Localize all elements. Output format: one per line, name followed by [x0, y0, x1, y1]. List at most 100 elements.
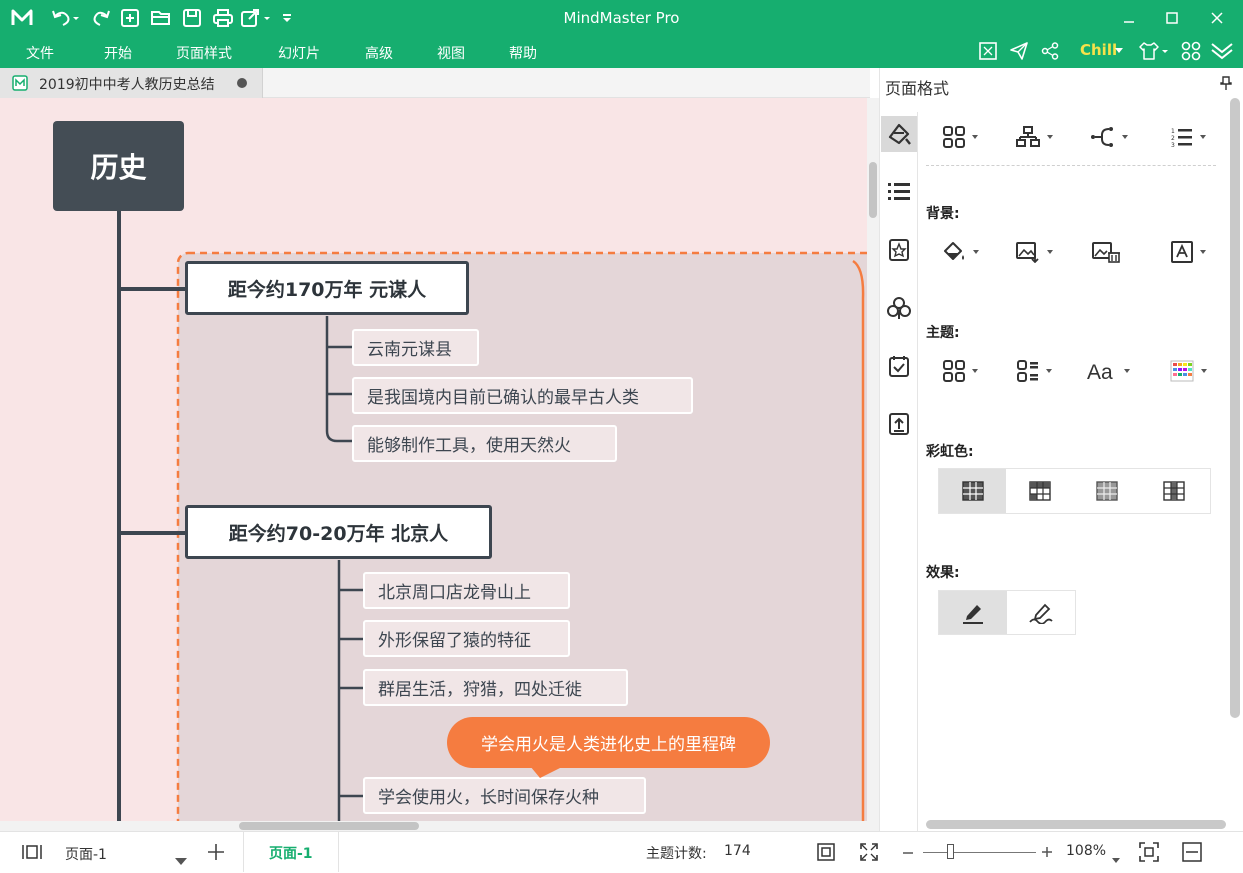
share-icon[interactable]	[1040, 40, 1060, 62]
pin-icon[interactable]	[1220, 76, 1234, 92]
panel-side-tabs	[880, 112, 918, 831]
page-format-tab[interactable]	[881, 116, 917, 152]
menu-view[interactable]: 视图	[437, 43, 465, 63]
subtopic[interactable]: 是我国境内目前已确认的最早古人类	[352, 377, 693, 414]
subtopic[interactable]: 群居生活，狩猎，四处迁徙	[363, 669, 628, 706]
unsaved-dot-icon	[237, 78, 247, 88]
theme-font-dropdown[interactable]: Aa	[1076, 356, 1140, 386]
subtopic[interactable]: 学会使用火，长时间保存火种	[363, 777, 646, 814]
effect-section-label: 效果:	[926, 565, 960, 581]
zoom-in-icon[interactable]	[1040, 844, 1054, 863]
topic-count-label: 主题计数:	[646, 846, 707, 862]
zoom-out-icon[interactable]	[901, 845, 915, 864]
rainbow-option-1[interactable]	[939, 469, 1006, 513]
callout-tail	[530, 766, 564, 778]
subtopic[interactable]: 能够制作工具，使用天然火	[352, 425, 617, 462]
background-section-label: 背景:	[926, 206, 960, 222]
canvas-vertical-scroll-thumb[interactable]	[869, 162, 877, 218]
panel-title: 页面格式	[885, 79, 950, 98]
theme-style-dropdown[interactable]	[1002, 356, 1066, 386]
panel-divider	[926, 165, 1216, 166]
maximize-button[interactable]	[1149, 4, 1195, 32]
svg-text:Aa: Aa	[1087, 361, 1113, 382]
chevron-down-icon[interactable]	[1114, 40, 1124, 62]
main-topic[interactable]: 距今约170万年 元谋人	[185, 261, 469, 315]
send-icon[interactable]	[1008, 40, 1030, 62]
collapse-ribbon-icon[interactable]	[1210, 40, 1234, 62]
fullscreen-icon[interactable]	[978, 40, 998, 62]
menu-file[interactable]: 文件	[26, 43, 54, 63]
document-tab[interactable]: 2019初中中考人教历史总结	[0, 68, 263, 98]
outline-tab[interactable]	[881, 174, 917, 210]
subtopic[interactable]: 北京周口店龙骨山上	[363, 572, 570, 609]
menu-slides[interactable]: 幻灯片	[278, 43, 320, 63]
zoom-slider-thumb[interactable]	[947, 844, 955, 859]
full-screen-icon[interactable]	[860, 843, 878, 865]
theme-dropdown[interactable]	[928, 356, 992, 386]
background-color-dropdown[interactable]	[928, 237, 992, 267]
connector-style-dropdown[interactable]	[1076, 122, 1140, 152]
watermark-dropdown[interactable]	[1156, 237, 1220, 267]
minimize-button[interactable]	[1106, 4, 1152, 32]
page-select[interactable]: 页面-1	[60, 841, 192, 865]
clip-art-tab[interactable]	[881, 232, 917, 268]
apps-icon[interactable]	[1180, 40, 1202, 62]
fit-width-icon[interactable]	[1139, 842, 1159, 866]
main-topic[interactable]: 距今约70-20万年 北京人	[185, 505, 492, 559]
title-bar: MindMaster Pro	[0, 0, 1243, 36]
rainbow-option-2[interactable]	[1006, 469, 1073, 513]
effect-normal-button[interactable]	[939, 591, 1007, 634]
topic-count-value: 174	[724, 843, 751, 859]
watermark-icon	[1170, 241, 1193, 263]
fit-page-icon[interactable]	[817, 843, 835, 865]
menu-help[interactable]: 帮助	[509, 43, 537, 63]
rainbow-section-label: 彩虹色:	[926, 444, 974, 460]
root-topic[interactable]: 历史	[53, 121, 184, 211]
structure-dropdown[interactable]	[1002, 122, 1066, 152]
symbols-tab[interactable]	[881, 290, 917, 326]
page-tab[interactable]: 页面-1	[243, 832, 339, 872]
remove-background-icon	[1092, 242, 1120, 263]
chevron-down-icon	[175, 850, 187, 869]
structure-icon	[1015, 126, 1040, 147]
chevron-down-icon[interactable]	[1112, 848, 1120, 867]
effect-hand-drawn-button[interactable]	[1007, 591, 1075, 634]
canvas-vertical-scrollbar[interactable]	[867, 98, 879, 821]
rainbow-option-4[interactable]	[1140, 469, 1207, 513]
add-page-icon[interactable]	[207, 843, 225, 865]
document-tab-title: 2019初中中考人教历史总结	[39, 77, 215, 93]
document-tab-bar: 2019初中中考人教历史总结	[0, 68, 870, 98]
panel-vertical-scrollbar[interactable]	[1230, 98, 1240, 718]
close-button[interactable]	[1194, 4, 1240, 32]
menu-advanced[interactable]: 高级	[365, 43, 393, 63]
rainbow-option-3[interactable]	[1073, 469, 1140, 513]
panel-toggle-icon[interactable]	[22, 844, 42, 864]
remove-background-button[interactable]	[1074, 237, 1138, 267]
theme-color-dropdown[interactable]	[1156, 356, 1220, 386]
subtopic[interactable]: 云南元谋县	[352, 329, 479, 366]
export-share-tab[interactable]	[881, 406, 917, 442]
rainbow-color-options	[938, 468, 1211, 514]
menu-start[interactable]: 开始	[104, 43, 132, 63]
svg-text:3: 3	[1171, 142, 1175, 148]
task-tab[interactable]	[881, 348, 917, 384]
zoom-slider[interactable]	[923, 852, 1036, 853]
zoom-level[interactable]: 108%	[1066, 843, 1106, 859]
one-to-one-icon[interactable]	[1182, 842, 1202, 866]
theme-style-icon	[1016, 360, 1038, 382]
theme-section-label: 主题:	[926, 325, 960, 341]
layout-dropdown[interactable]	[928, 122, 992, 152]
mindmap-canvas[interactable]: 历史 距今约170万年 元谋人 云南元谋县 是我国境内目前已确认的最早古人类 能…	[0, 98, 867, 821]
theme-name-button[interactable]: Chill	[1080, 41, 1117, 59]
canvas-horizontal-scroll-thumb[interactable]	[239, 822, 419, 830]
menu-page-style[interactable]: 页面样式	[176, 43, 232, 63]
canvas-horizontal-scrollbar[interactable]	[0, 821, 879, 831]
callout-topic[interactable]: 学会用火是人类进化史上的里程碑	[447, 717, 770, 768]
document-file-icon	[12, 75, 28, 95]
skin-icon[interactable]	[1138, 40, 1170, 62]
numbering-dropdown[interactable]: 123	[1156, 122, 1220, 152]
panel-horizontal-scrollbar[interactable]	[926, 820, 1226, 829]
hand-drawn-pen-icon	[1029, 603, 1053, 624]
background-image-dropdown[interactable]	[1002, 237, 1066, 267]
subtopic[interactable]: 外形保留了猿的特征	[363, 620, 570, 657]
